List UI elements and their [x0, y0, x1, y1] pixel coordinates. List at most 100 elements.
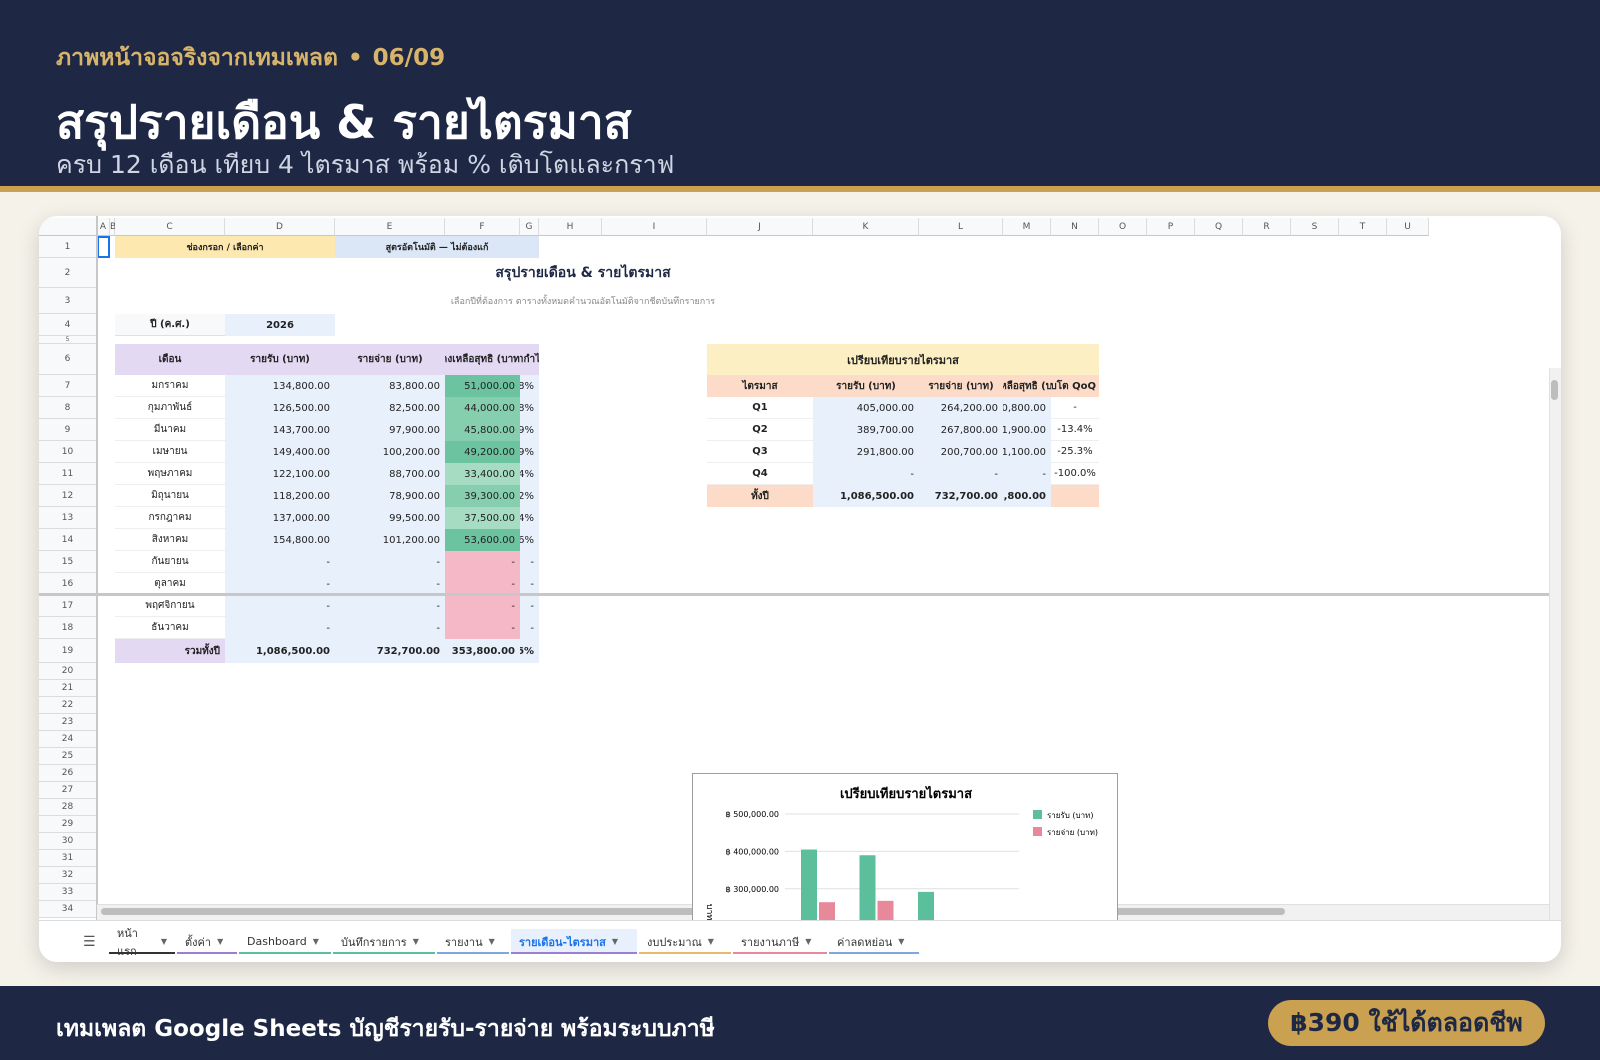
column-header[interactable]: J: [707, 218, 813, 236]
column-header[interactable]: R: [1243, 218, 1291, 236]
vertical-scroll-thumb[interactable]: [1551, 380, 1558, 400]
column-header[interactable]: C: [115, 218, 225, 236]
sheet-tab[interactable]: บันทึกรายการ ▼: [333, 929, 435, 954]
monthly-income-cell[interactable]: -: [225, 551, 335, 573]
year-label[interactable]: ปี (ค.ศ.): [115, 314, 225, 336]
monthly-expense-cell[interactable]: 82,500.00: [335, 397, 445, 419]
row-header[interactable]: 18: [39, 617, 97, 639]
column-header[interactable]: H: [539, 218, 602, 236]
monthly-expense-cell[interactable]: 88,700.00: [335, 463, 445, 485]
column-header[interactable]: N: [1051, 218, 1099, 236]
row-header[interactable]: 9: [39, 419, 97, 441]
sheet-tab[interactable]: รายเดือน-ไตรมาส ▼: [511, 929, 637, 954]
quarter-net-cell[interactable]: 140,800.00: [1003, 397, 1051, 419]
monthly-income-cell[interactable]: 134,800.00: [225, 375, 335, 397]
month-name[interactable]: ตุลาคม: [115, 573, 225, 595]
legend-formula-cell[interactable]: สูตรอัตโนมัติ — ไม่ต้องแก้: [335, 236, 539, 258]
monthly-margin-cell[interactable]: 27.4%: [520, 463, 539, 485]
monthly-net-cell[interactable]: -: [445, 573, 520, 595]
monthly-margin-cell[interactable]: -: [520, 595, 539, 617]
column-header[interactable]: T: [1339, 218, 1387, 236]
monthly-margin-cell[interactable]: 32.9%: [520, 441, 539, 463]
quarter-expense-cell[interactable]: -: [919, 463, 1003, 485]
monthly-net-cell[interactable]: 51,000.00: [445, 375, 520, 397]
column-header[interactable]: K: [813, 218, 919, 236]
monthly-margin-cell[interactable]: 34.6%: [520, 529, 539, 551]
row-header[interactable]: 23: [39, 714, 97, 731]
quarter-total-growth[interactable]: [1051, 485, 1099, 507]
column-header[interactable]: L: [919, 218, 1003, 236]
tab-caret-icon[interactable]: ▼: [708, 937, 714, 946]
quarter-label[interactable]: Q3: [707, 441, 813, 463]
row-header[interactable]: 12: [39, 485, 97, 507]
quarter-income-cell[interactable]: 389,700.00: [813, 419, 919, 441]
month-name[interactable]: ธันวาคม: [115, 617, 225, 639]
month-name[interactable]: สิงหาคม: [115, 529, 225, 551]
row-header[interactable]: 30: [39, 833, 97, 850]
sheet-tab[interactable]: หน้าแรก ▼: [109, 927, 175, 958]
monthly-margin-cell[interactable]: -: [520, 551, 539, 573]
quarter-net-cell[interactable]: 91,100.00: [1003, 441, 1051, 463]
monthly-net-cell[interactable]: 37,500.00: [445, 507, 520, 529]
tab-caret-icon[interactable]: ▼: [161, 937, 167, 946]
row-header[interactable]: 20: [39, 663, 97, 680]
monthly-expense-cell[interactable]: 83,800.00: [335, 375, 445, 397]
year-input[interactable]: 2026: [225, 314, 335, 336]
month-name[interactable]: พฤศจิกายน: [115, 595, 225, 617]
quarter-income-cell[interactable]: -: [813, 463, 919, 485]
monthly-net-cell[interactable]: 53,600.00: [445, 529, 520, 551]
monthly-expense-cell[interactable]: -: [335, 573, 445, 595]
quarter-net-cell[interactable]: -: [1003, 463, 1051, 485]
sheet-tab[interactable]: ตั้งค่า ▼: [177, 929, 237, 954]
row-header[interactable]: 21: [39, 680, 97, 697]
tab-caret-icon[interactable]: ▼: [313, 937, 319, 946]
month-name[interactable]: กันยายน: [115, 551, 225, 573]
row-header[interactable]: 19: [39, 639, 97, 663]
monthly-total-expense[interactable]: 732,700.00: [335, 639, 445, 663]
monthly-expense-cell[interactable]: 100,200.00: [335, 441, 445, 463]
month-name[interactable]: พฤษภาคม: [115, 463, 225, 485]
monthly-total-income[interactable]: 1,086,500.00: [225, 639, 335, 663]
tab-caret-icon[interactable]: ▼: [217, 937, 223, 946]
month-name[interactable]: กุมภาพันธ์: [115, 397, 225, 419]
sheet-tab[interactable]: ค่าลดหย่อน ▼: [829, 929, 919, 954]
monthly-total-net[interactable]: 353,800.00: [445, 639, 520, 663]
tab-caret-icon[interactable]: ▼: [489, 937, 495, 946]
row-header[interactable]: 7: [39, 375, 97, 397]
column-header[interactable]: O: [1099, 218, 1147, 236]
monthly-expense-cell[interactable]: -: [335, 551, 445, 573]
row-header[interactable]: 14: [39, 529, 97, 551]
monthly-income-cell[interactable]: -: [225, 595, 335, 617]
sheet-tab[interactable]: งบประมาณ ▼: [639, 929, 731, 954]
row-header[interactable]: 27: [39, 782, 97, 799]
monthly-income-cell[interactable]: 143,700.00: [225, 419, 335, 441]
selected-cell-a1[interactable]: [97, 236, 110, 258]
monthly-margin-cell[interactable]: -: [520, 573, 539, 595]
month-name[interactable]: มีนาคม: [115, 419, 225, 441]
monthly-margin-cell[interactable]: -: [520, 617, 539, 639]
sheet-tab[interactable]: รายงานภาษี ▼: [733, 929, 827, 954]
quarter-growth-cell[interactable]: -13.4%: [1051, 419, 1099, 441]
monthly-expense-cell[interactable]: -: [335, 617, 445, 639]
quarter-label[interactable]: Q4: [707, 463, 813, 485]
column-header[interactable]: D: [225, 218, 335, 236]
row-header[interactable]: 31: [39, 850, 97, 867]
row-header[interactable]: 11: [39, 463, 97, 485]
column-header[interactable]: P: [1147, 218, 1195, 236]
quarter-expense-cell[interactable]: 200,700.00: [919, 441, 1003, 463]
monthly-income-cell[interactable]: -: [225, 573, 335, 595]
quarter-total-label[interactable]: ทั้งปี: [707, 485, 813, 507]
row-header[interactable]: 4: [39, 314, 97, 336]
monthly-net-cell[interactable]: 44,000.00: [445, 397, 520, 419]
row-header[interactable]: 1: [39, 236, 97, 258]
monthly-net-cell[interactable]: 33,400.00: [445, 463, 520, 485]
monthly-margin-cell[interactable]: 27.4%: [520, 507, 539, 529]
monthly-income-cell[interactable]: 118,200.00: [225, 485, 335, 507]
quarter-growth-cell[interactable]: -25.3%: [1051, 441, 1099, 463]
monthly-net-cell[interactable]: -: [445, 617, 520, 639]
row-header[interactable]: 10: [39, 441, 97, 463]
monthly-net-cell[interactable]: -: [445, 551, 520, 573]
row-header[interactable]: 5: [39, 336, 97, 344]
monthly-total-margin[interactable]: 32.6%: [520, 639, 539, 663]
monthly-expense-cell[interactable]: 78,900.00: [335, 485, 445, 507]
